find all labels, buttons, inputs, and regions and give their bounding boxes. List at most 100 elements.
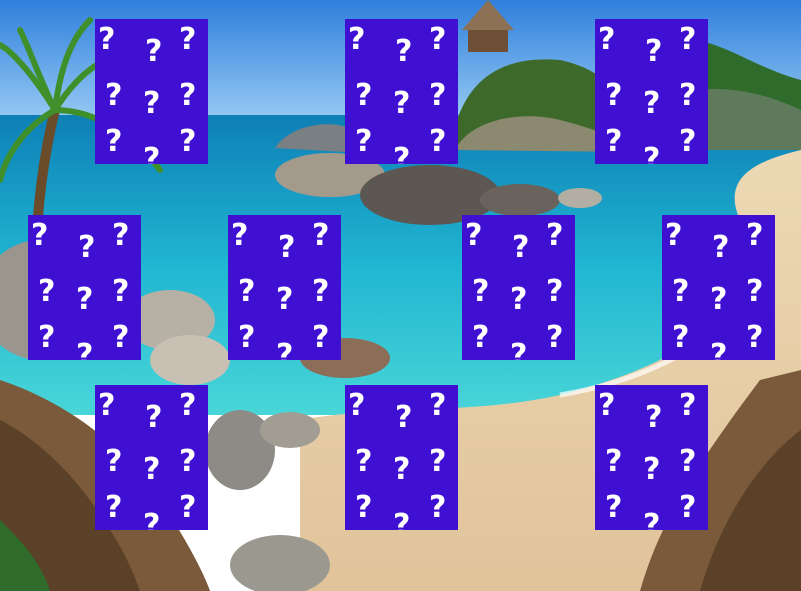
question-mark-icon: ? [105, 444, 123, 479]
question-mark-icon: ? [145, 34, 163, 69]
question-mark-icon: ? [546, 274, 564, 309]
memory-card[interactable]: ????????? [595, 385, 708, 530]
question-mark-icon: ? [76, 338, 94, 361]
question-mark-icon: ? [312, 320, 330, 355]
question-mark-icon: ? [546, 320, 564, 355]
question-mark-icon: ? [145, 400, 163, 435]
question-mark-icon: ? [179, 124, 197, 159]
question-mark-icon: ? [393, 508, 411, 531]
question-mark-icon: ? [605, 124, 623, 159]
question-mark-icon: ? [348, 388, 366, 423]
question-mark-icon: ? [355, 78, 373, 113]
question-mark-icon: ? [38, 274, 56, 309]
question-mark-icon: ? [679, 444, 697, 479]
question-mark-icon: ? [672, 320, 690, 355]
question-mark-icon: ? [429, 444, 447, 479]
question-mark-icon: ? [348, 22, 366, 57]
question-mark-icon: ? [355, 124, 373, 159]
question-mark-icon: ? [143, 452, 161, 487]
memory-card[interactable]: ????????? [95, 385, 208, 530]
question-mark-icon: ? [429, 388, 447, 423]
memory-card[interactable]: ????????? [28, 215, 141, 360]
question-mark-icon: ? [276, 282, 294, 317]
question-mark-icon: ? [710, 282, 728, 317]
question-mark-icon: ? [643, 142, 661, 165]
question-mark-icon: ? [746, 218, 764, 253]
question-mark-icon: ? [393, 142, 411, 165]
question-mark-icon: ? [143, 86, 161, 121]
question-mark-icon: ? [429, 490, 447, 525]
question-mark-icon: ? [355, 444, 373, 479]
question-mark-icon: ? [679, 78, 697, 113]
question-mark-icon: ? [605, 444, 623, 479]
question-mark-icon: ? [679, 22, 697, 57]
question-mark-icon: ? [645, 34, 663, 69]
question-mark-icon: ? [746, 274, 764, 309]
question-mark-icon: ? [395, 400, 413, 435]
question-mark-icon: ? [105, 78, 123, 113]
question-mark-icon: ? [143, 508, 161, 531]
question-mark-icon: ? [112, 320, 130, 355]
question-mark-icon: ? [179, 444, 197, 479]
question-mark-icon: ? [31, 218, 49, 253]
question-mark-icon: ? [605, 490, 623, 525]
question-mark-icon: ? [278, 230, 296, 265]
question-mark-icon: ? [679, 124, 697, 159]
question-mark-icon: ? [643, 86, 661, 121]
question-mark-icon: ? [429, 124, 447, 159]
question-mark-icon: ? [179, 388, 197, 423]
question-mark-icon: ? [472, 320, 490, 355]
memory-card[interactable]: ????????? [345, 19, 458, 164]
question-mark-icon: ? [710, 338, 728, 361]
question-mark-icon: ? [78, 230, 96, 265]
question-mark-icon: ? [105, 124, 123, 159]
question-mark-icon: ? [546, 218, 564, 253]
question-mark-icon: ? [645, 400, 663, 435]
question-mark-icon: ? [231, 218, 249, 253]
memory-card[interactable]: ????????? [95, 19, 208, 164]
question-mark-icon: ? [598, 22, 616, 57]
question-mark-icon: ? [679, 490, 697, 525]
question-mark-icon: ? [143, 142, 161, 165]
question-mark-icon: ? [355, 490, 373, 525]
question-mark-icon: ? [276, 338, 294, 361]
question-mark-icon: ? [112, 274, 130, 309]
question-mark-icon: ? [105, 490, 123, 525]
question-mark-icon: ? [712, 230, 730, 265]
question-mark-icon: ? [179, 22, 197, 57]
question-mark-icon: ? [512, 230, 530, 265]
question-mark-icon: ? [598, 388, 616, 423]
question-mark-icon: ? [465, 218, 483, 253]
question-mark-icon: ? [510, 282, 528, 317]
question-mark-icon: ? [76, 282, 94, 317]
question-mark-icon: ? [393, 86, 411, 121]
question-mark-icon: ? [38, 320, 56, 355]
question-mark-icon: ? [395, 34, 413, 69]
memory-card[interactable]: ????????? [662, 215, 775, 360]
question-mark-icon: ? [238, 274, 256, 309]
question-mark-icon: ? [679, 388, 697, 423]
question-mark-icon: ? [312, 274, 330, 309]
question-mark-icon: ? [429, 22, 447, 57]
question-mark-icon: ? [643, 452, 661, 487]
question-mark-icon: ? [98, 388, 116, 423]
question-mark-icon: ? [429, 78, 447, 113]
question-mark-icon: ? [605, 78, 623, 113]
question-mark-icon: ? [510, 338, 528, 361]
question-mark-icon: ? [393, 452, 411, 487]
question-mark-icon: ? [179, 78, 197, 113]
question-mark-icon: ? [238, 320, 256, 355]
question-mark-icon: ? [672, 274, 690, 309]
question-mark-icon: ? [312, 218, 330, 253]
question-mark-icon: ? [179, 490, 197, 525]
question-mark-icon: ? [472, 274, 490, 309]
question-mark-icon: ? [665, 218, 683, 253]
memory-card[interactable]: ????????? [462, 215, 575, 360]
memory-card[interactable]: ????????? [345, 385, 458, 530]
memory-card[interactable]: ????????? [228, 215, 341, 360]
question-mark-icon: ? [746, 320, 764, 355]
memory-card[interactable]: ????????? [595, 19, 708, 164]
question-mark-icon: ? [112, 218, 130, 253]
question-mark-icon: ? [643, 508, 661, 531]
question-mark-icon: ? [98, 22, 116, 57]
